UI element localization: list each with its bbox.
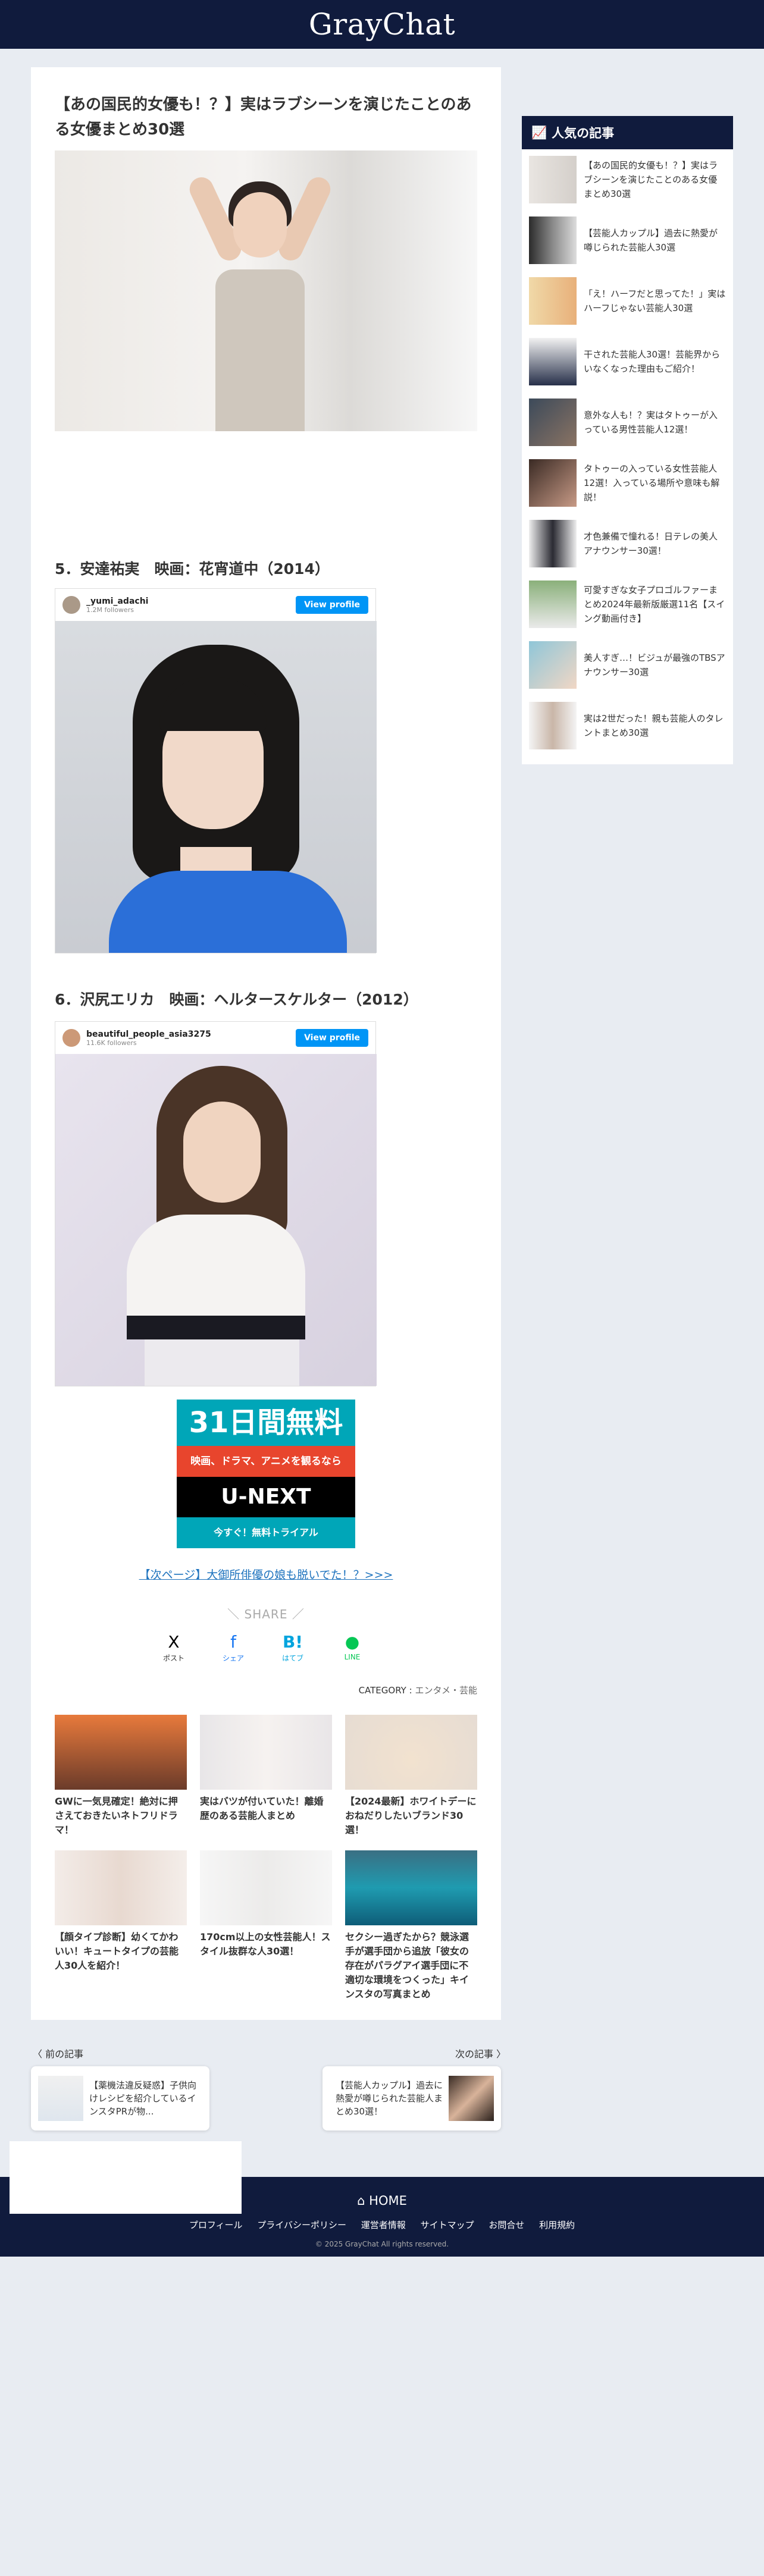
related-article-card[interactable]: 170cm以上の女性芸能人！スタイル抜群な人30選！ <box>200 1850 332 2001</box>
footer-home-label: HOME <box>369 2194 407 2208</box>
avatar[interactable] <box>62 1029 80 1047</box>
footer-links: プロフィール プライバシーポリシー 運営者情報 サイトマップ お問合せ 利用規約 <box>0 2219 764 2231</box>
related-article-title[interactable]: 170cm以上の女性芸能人！スタイル抜群な人30選！ <box>200 1930 332 1959</box>
footer-copyright: © 2025 GrayChat All rights reserved. <box>315 2240 449 2248</box>
ad-placeholder <box>10 2141 242 2214</box>
share-facebook-button[interactable]: f シェア <box>209 1631 257 1663</box>
related-article-card[interactable]: 【2024最新】ホワイトデーにおねだりしたいブランド30選！ <box>345 1715 477 1837</box>
sidebar-item[interactable]: 【芸能人カップル】過去に熱愛が噂じられた芸能人30選 <box>522 210 733 271</box>
prev-article-title: 【薬機法違反疑惑】子供向けレシピを紹介しているインスタPRが物... <box>89 2080 197 2117</box>
share-label-hatena: はてブ <box>281 1654 303 1662</box>
share-hatena-button[interactable]: B! はてブ <box>269 1631 317 1663</box>
view-profile-button[interactable]: View profile <box>296 1029 368 1047</box>
hatena-icon: B! <box>282 1632 303 1652</box>
sidebar-item[interactable]: 美人すぎ…！ビジュが最強のTBSアナウンサー30選 <box>522 635 733 695</box>
related-article-card[interactable]: 【顔タイプ診断】幼くてかわいい！キュートタイプの芸能人30人を紹介！ <box>55 1850 187 2001</box>
next-page-link[interactable]: 【次ページ】大御所俳優の娘も脱いでた！？>>> <box>31 1566 501 1582</box>
sidebar-item-title[interactable]: タトゥーの入っている女性芸能人12選！入っている場所や意味も解説！ <box>577 462 726 504</box>
next-article-card[interactable]: 【芸能人カップル】過去に熱愛が噂じられた芸能人まとめ30選！ <box>322 2066 501 2131</box>
footer-link-terms[interactable]: 利用規約 <box>539 2220 575 2230</box>
instagram-username[interactable]: _yumi_adachi <box>86 597 148 606</box>
sidebar-item[interactable]: 【あの国民的女優も！？】実はラブシーンを演じたことのある女優まとめ30選 <box>522 149 733 210</box>
related-article-title[interactable]: 【顔タイプ診断】幼くてかわいい！キュートタイプの芸能人30人を紹介！ <box>55 1930 187 1973</box>
share-buttons: X ポスト f シェア B! はてブ ● LINE <box>150 1631 376 1663</box>
sidebar-item[interactable]: 意外な人も！？実はタトゥーが入っている男性芸能人12選！ <box>522 392 733 453</box>
instagram-photo[interactable] <box>55 1054 377 1386</box>
instagram-followers: 1.2M followers <box>86 605 134 614</box>
sidebar-item[interactable]: タトゥーの入っている女性芸能人12選！入っている場所や意味も解説！ <box>522 453 733 513</box>
ad-brand: U-NEXT <box>177 1477 355 1517</box>
chart-icon: 📈 <box>531 125 547 140</box>
category-link[interactable]: エンタメ・芸能 <box>415 1685 477 1696</box>
article-title: 【あの国民的女優も！？】実はラブシーンを演じたことのある女優まとめ30選 <box>55 96 472 139</box>
sidebar-item[interactable]: 才色兼備で憧れる！日テレの美人アナウンサー30選！ <box>522 513 733 574</box>
share-label-line: LINE <box>344 1653 361 1661</box>
sidebar-item[interactable]: 「え！ハーフだと思ってた！」実はハーフじゃない芸能人30選 <box>522 271 733 331</box>
footer-link-privacy[interactable]: プライバシーポリシー <box>257 2220 346 2230</box>
next-article-title: 【芸能人カップル】過去に熱愛が噂じられた芸能人まとめ30選！ <box>336 2080 443 2117</box>
view-profile-button[interactable]: View profile <box>296 596 368 614</box>
instagram-username[interactable]: beautiful_people_asia3275 <box>86 1030 211 1039</box>
avatar[interactable] <box>62 596 80 614</box>
sidebar-item-title[interactable]: 【あの国民的女優も！？】実はラブシーンを演じたことのある女優まとめ30選 <box>577 158 726 201</box>
related-article-title[interactable]: GWに一気見確定！絶対に押さえておきたいネトフリドラマ！ <box>55 1794 187 1837</box>
sidebar-item-title[interactable]: 実は2世だった！親も芸能人のタレントまとめ30選 <box>577 711 726 740</box>
instagram-photo[interactable] <box>55 621 377 953</box>
category-label: CATEGORY : <box>358 1685 412 1696</box>
footer-link-operator[interactable]: 運営者情報 <box>361 2220 406 2230</box>
article-card: 【あの国民的女優も！？】実はラブシーンを演じたことのある女優まとめ30選 5．安… <box>31 67 501 2020</box>
related-article-title[interactable]: セクシー過ぎたから？競泳選手が選手団から追放「彼女の存在がパラグアイ選手団に不適… <box>345 1930 477 2001</box>
related-articles: GWに一気見確定！絶対に押さえておきたいネトフリドラマ！ 実はバツが付いていた！… <box>55 1715 477 2001</box>
share-line-button[interactable]: ● LINE <box>328 1631 376 1663</box>
popular-articles-sidebar: 📈 人気の記事 【あの国民的女優も！？】実はラブシーンを演じたことのある女優まと… <box>522 116 733 764</box>
sidebar-heading-text: 人気の記事 <box>552 126 615 140</box>
x-icon: X <box>168 1632 180 1652</box>
section-heading-5: 5．安達祐実 映画：花宵道中（2014） <box>55 560 330 578</box>
share-label-x: ポスト <box>162 1654 184 1662</box>
related-article-card[interactable]: セクシー過ぎたから？競泳選手が選手団から追放「彼女の存在がパラグアイ選手団に不適… <box>345 1850 477 2001</box>
hero-image <box>55 150 477 431</box>
related-article-title[interactable]: 【2024最新】ホワイトデーにおねだりしたいブランド30選！ <box>345 1794 477 1837</box>
next-article-label[interactable]: 次の記事 〉 <box>455 2046 506 2060</box>
prev-article-card[interactable]: 【薬機法違反疑惑】子供向けレシピを紹介しているインスタPRが物... <box>31 2066 209 2131</box>
related-article-card[interactable]: 実はバツが付いていた！離婚歴のある芸能人まとめ <box>200 1715 332 1837</box>
sidebar-item[interactable]: 可愛すぎな女子プロゴルファーまとめ2024年最新版厳選11名【スイング動画付き】 <box>522 574 733 635</box>
category-row: CATEGORY : エンタメ・芸能 <box>55 1684 477 1696</box>
section-heading-6: 6．沢尻エリカ 映画：ヘルタースケルター（2012） <box>55 991 418 1008</box>
instagram-embed-adachi: _yumi_adachi 1.2M followers View profile <box>55 588 377 953</box>
sidebar-item-title[interactable]: 【芸能人カップル】過去に熱愛が噂じられた芸能人30選 <box>577 226 726 255</box>
facebook-icon: f <box>230 1632 236 1652</box>
site-logo[interactable]: GrayChat <box>309 7 455 42</box>
sidebar-heading: 📈 人気の記事 <box>522 116 733 149</box>
share-label: ＼ SHARE ／ <box>227 1607 305 1621</box>
share-label-facebook: シェア <box>222 1654 244 1662</box>
footer-link-contact[interactable]: お問合せ <box>489 2220 524 2230</box>
related-article-card[interactable]: GWに一気見確定！絶対に押さえておきたいネトフリドラマ！ <box>55 1715 187 1837</box>
footer-link-sitemap[interactable]: サイトマップ <box>421 2220 474 2230</box>
instagram-embed-sawajiri: beautiful_people_asia3275 11.6K follower… <box>55 1021 377 1386</box>
ad-headline: 31日間無料 <box>177 1400 355 1446</box>
home-icon: ⌂ <box>357 2194 365 2208</box>
related-article-title[interactable]: 実はバツが付いていた！離婚歴のある芸能人まとめ <box>200 1794 332 1823</box>
sidebar-item-title[interactable]: 「え！ハーフだと思ってた！」実はハーフじゃない芸能人30選 <box>577 287 726 315</box>
site-header: GrayChat <box>0 0 764 49</box>
sidebar-item[interactable]: 干された芸能人30選！芸能界からいなくなった理由もご紹介！ <box>522 331 733 392</box>
sidebar-item-title[interactable]: 干された芸能人30選！芸能界からいなくなった理由もご紹介！ <box>577 347 726 376</box>
prev-article-thumb <box>38 2076 83 2121</box>
next-article-thumb <box>449 2076 494 2121</box>
sidebar-item-title[interactable]: 才色兼備で憧れる！日テレの美人アナウンサー30選！ <box>577 529 726 558</box>
instagram-followers: 11.6K followers <box>86 1038 137 1047</box>
line-icon: ● <box>345 1632 360 1652</box>
footer-link-profile[interactable]: プロフィール <box>189 2220 243 2230</box>
sidebar-item-title[interactable]: 美人すぎ…！ビジュが最強のTBSアナウンサー30選 <box>577 651 726 679</box>
unext-ad-banner[interactable]: 31日間無料 映画、ドラマ、アニメを観るなら U-NEXT 今すぐ！無料トライア… <box>177 1400 355 1548</box>
sidebar-item[interactable]: 実は2世だった！親も芸能人のタレントまとめ30選 <box>522 695 733 756</box>
share-x-button[interactable]: X ポスト <box>150 1631 198 1663</box>
prev-article-label[interactable]: 〈 前の記事 <box>33 2046 83 2060</box>
sidebar-item-title[interactable]: 可愛すぎな女子プロゴルファーまとめ2024年最新版厳選11名【スイング動画付き】 <box>577 583 726 626</box>
ad-subline: 映画、ドラマ、アニメを観るなら <box>177 1446 355 1477</box>
sidebar-item-title[interactable]: 意外な人も！？実はタトゥーが入っている男性芸能人12選！ <box>577 408 726 437</box>
ad-cta: 今すぐ！無料トライアル <box>177 1517 355 1548</box>
